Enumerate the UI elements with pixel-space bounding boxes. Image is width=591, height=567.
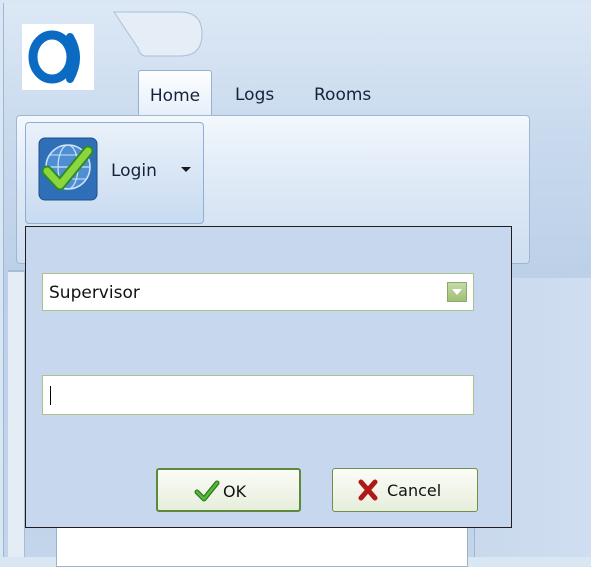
login-button[interactable]: Login bbox=[25, 122, 204, 224]
ok-button-label: OK bbox=[223, 482, 247, 501]
quick-access-toolbar[interactable] bbox=[110, 8, 206, 60]
cross-icon bbox=[357, 479, 379, 506]
ok-button[interactable]: OK bbox=[156, 468, 301, 512]
tab-logs[interactable]: Logs bbox=[235, 70, 274, 114]
side-pane bbox=[8, 272, 25, 557]
main-list bbox=[56, 525, 468, 567]
app-logo-icon bbox=[28, 30, 80, 84]
chevron-down-icon[interactable] bbox=[447, 282, 467, 302]
login-check-globe-icon bbox=[38, 137, 98, 206]
login-dialog: Supervisor OK Cancel bbox=[25, 226, 512, 528]
cancel-button-label: Cancel bbox=[387, 481, 442, 500]
tab-rooms[interactable]: Rooms bbox=[314, 70, 371, 114]
role-select-value: Supervisor bbox=[49, 283, 140, 303]
check-icon bbox=[194, 480, 220, 507]
password-field[interactable] bbox=[42, 375, 474, 415]
tab-home[interactable]: Home bbox=[138, 70, 212, 115]
text-cursor bbox=[50, 386, 51, 405]
role-select[interactable]: Supervisor bbox=[42, 273, 474, 311]
cancel-button[interactable]: Cancel bbox=[332, 468, 478, 512]
caret-down-icon[interactable] bbox=[181, 167, 191, 172]
login-button-label: Login bbox=[111, 161, 157, 181]
app-logo[interactable] bbox=[22, 24, 94, 90]
